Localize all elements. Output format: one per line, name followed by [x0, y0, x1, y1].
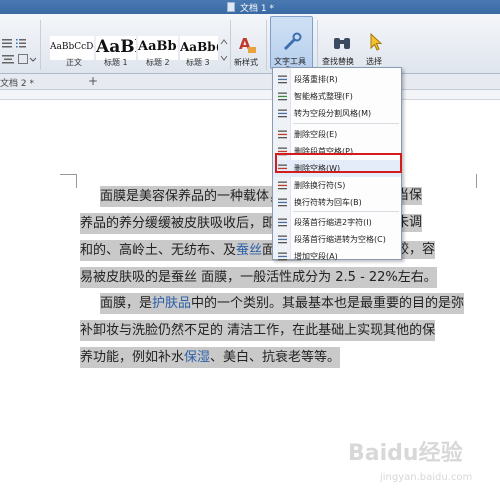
ribbon-separator	[317, 20, 318, 70]
style-heading1-label: 标题 1	[104, 58, 128, 67]
menu-item-label: 删除空段(E)	[294, 130, 338, 139]
menu-item-add-empty-para[interactable]: 增加空段(A)	[273, 248, 401, 265]
indent-2-chars-icon	[278, 218, 287, 227]
menu-item-label: 删除换行符(S)	[294, 181, 346, 190]
document-tab-strip: 文档 2 * +	[0, 74, 500, 90]
list-icon[interactable]	[2, 38, 12, 48]
linebreak-to-enter-icon	[278, 198, 287, 207]
menu-item-space-split-style[interactable]: 转为空段分割风格(M)	[273, 105, 401, 122]
menu-item-delete-linebreak[interactable]: 删除换行符(S)	[273, 177, 401, 194]
style-heading2-label: 标题 2	[146, 58, 170, 67]
smart-format-icon	[278, 92, 287, 101]
text-line: 面膜，是护肤品中的一个类别。其最基本也是最重要的目的是弥	[80, 290, 500, 317]
menu-item-label: 智能格式整理(F)	[294, 92, 353, 101]
style-gallery-scroll-icon[interactable]	[220, 38, 228, 62]
highlight-box	[275, 153, 402, 173]
new-style-label[interactable]: 新样式	[234, 57, 258, 68]
align-icon[interactable]	[2, 54, 14, 64]
menu-item-label: 段落首行缩进转为空格(C)	[294, 235, 386, 244]
cursor-arrow-icon[interactable]	[368, 32, 384, 52]
indent-to-space-icon	[278, 235, 287, 244]
binoculars-icon[interactable]	[332, 32, 352, 52]
numbered-list-icon[interactable]	[16, 38, 26, 48]
menu-item-label: 增加空段(A)	[294, 252, 338, 261]
watermark-url: jingyan.baidu.com	[379, 472, 472, 483]
paragraph-2: 面膜，是护肤品中的一个类别。其最基本也是最重要的目的是弥 补卸妆与洗脸仍然不足的 …	[80, 290, 500, 371]
crop-mark	[76, 174, 77, 188]
text-line: 易被皮肤吸的是蚕丝 面膜，一般活性成分为 2.5 - 22%左右。	[80, 264, 500, 291]
space-split-style-icon	[278, 109, 287, 118]
text-line: 养功能，例如补水保湿、美白、抗衰老等等。	[80, 344, 500, 371]
menu-item-smart-format[interactable]: 智能格式整理(F)	[273, 88, 401, 105]
menu-item-paragraph-rearrange[interactable]: 段落重排(R)	[273, 71, 401, 88]
ruler	[0, 90, 500, 100]
menu-item-indent-to-space[interactable]: 段落首行缩进转为空格(C)	[273, 231, 401, 248]
add-empty-para-icon	[278, 252, 287, 261]
new-style-icon[interactable]: A	[236, 34, 258, 56]
ribbon-separator	[40, 20, 41, 70]
paragraph-rearrange-icon	[278, 75, 287, 84]
menu-item-delete-empty-para[interactable]: 删除空段(E)	[273, 126, 401, 143]
menu-item-linebreak-to-enter[interactable]: 换行符转为回车(B)	[273, 194, 401, 211]
menu-item-indent-2-chars[interactable]: 段落首行缩进2字符(I)	[273, 214, 401, 231]
text-tools-label: 文字工具	[274, 57, 306, 66]
ribbon: AaBbCcDd 正文 AaBl 标题 1 AaBb( 标题 2 AaBb( 标…	[0, 14, 500, 74]
title-bar: 文档 1 *	[0, 0, 500, 14]
baidu-jingyan-watermark: Baidu经验 jingyan.baidu.com	[348, 440, 472, 483]
menu-item-label: 段落重排(R)	[294, 75, 338, 84]
tab-document-2[interactable]: 文档 2 *	[0, 76, 34, 89]
select-label[interactable]: 选择	[366, 56, 382, 67]
menu-item-label: 段落首行缩进2字符(I)	[294, 218, 372, 227]
menu-separator	[293, 211, 399, 212]
ribbon-separator	[266, 20, 267, 70]
find-replace-label[interactable]: 查找替换	[322, 56, 354, 67]
delete-linebreak-icon	[278, 181, 287, 190]
add-tab-button[interactable]: +	[88, 74, 98, 88]
ribbon-separator	[230, 20, 231, 70]
menu-item-label: 换行符转为回车(B)	[294, 198, 362, 207]
watermark-logo: Baidu经验	[348, 440, 463, 466]
style-normal-label: 正文	[66, 58, 82, 67]
menu-separator	[293, 123, 399, 124]
crop-mark	[60, 174, 76, 175]
window-title: 文档 1 *	[240, 4, 274, 14]
delete-empty-para-icon	[278, 130, 287, 139]
style-heading3-label: 标题 3	[186, 58, 210, 67]
text-tools-icon	[283, 32, 302, 51]
text-line: 补卸妆与洗脸仍然不足的 清洁工作，在此基础上实现其他的保	[80, 317, 500, 344]
border-dropdown-icon[interactable]	[18, 54, 36, 64]
document-icon	[227, 2, 235, 12]
menu-item-label: 转为空段分割风格(M)	[294, 109, 372, 118]
